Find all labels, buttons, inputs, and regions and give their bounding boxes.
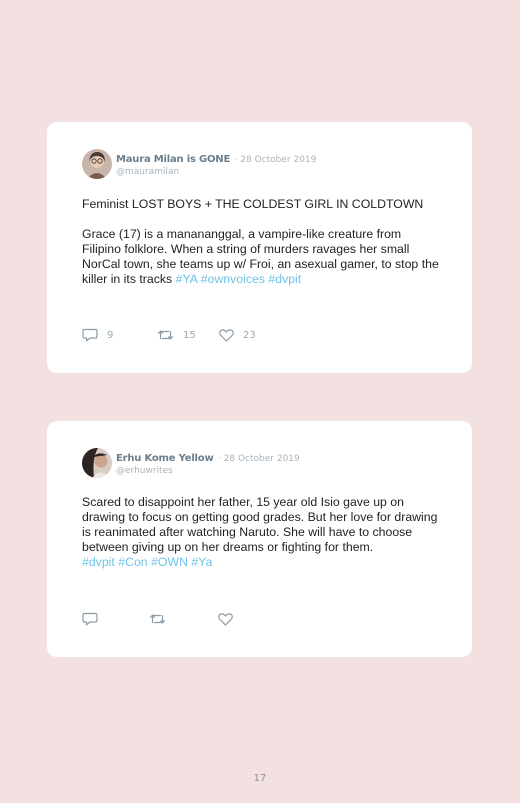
tweet-card: Maura Milan is GONE · 28 October 2019 @m…	[47, 122, 472, 373]
hashtag[interactable]: #ownvoices	[201, 272, 265, 286]
heart-icon	[219, 328, 234, 342]
author-handle[interactable]: @erhuwrites	[116, 465, 300, 477]
retweet-button[interactable]: 15	[157, 328, 219, 342]
tweet-actions: 9 15 23	[82, 328, 256, 342]
hashtag[interactable]: #YA	[176, 272, 198, 286]
author-name[interactable]: Maura Milan is GONE	[116, 154, 230, 165]
page-number: 17	[253, 773, 267, 784]
like-button[interactable]: 23	[219, 328, 256, 342]
speech-bubble-icon	[82, 328, 98, 342]
tweet-text: Scared to disappoint her father, 15 year…	[82, 495, 438, 554]
tweet-body: Feminist LOST BOYS + THE COLDEST GIRL IN…	[82, 197, 442, 287]
tweet-actions	[82, 612, 233, 626]
hashtag[interactable]: #Ya	[191, 555, 212, 569]
like-count: 23	[243, 329, 256, 341]
reply-button[interactable]: 9	[82, 328, 157, 342]
avatar[interactable]	[82, 149, 112, 179]
speech-bubble-icon	[82, 612, 98, 626]
reply-count: 9	[107, 329, 114, 341]
hashtag[interactable]: #dvpit	[268, 272, 301, 286]
tweet-header: Maura Milan is GONE · 28 October 2019 @m…	[82, 149, 316, 179]
heart-icon	[218, 612, 233, 626]
tweet-body: Scared to disappoint her father, 15 year…	[82, 495, 442, 570]
tweet-headline: Feminist LOST BOYS + THE COLDEST GIRL IN…	[82, 197, 424, 211]
hashtag-line: #dvpit #Con #OWN #Ya	[82, 555, 442, 570]
retweet-arrows-icon	[157, 328, 174, 342]
retweet-button[interactable]	[149, 612, 218, 626]
hashtag[interactable]: #dvpit	[82, 555, 115, 569]
author-name[interactable]: Erhu Kome Yellow	[116, 453, 214, 464]
post-date: · 28 October 2019	[217, 454, 300, 464]
retweet-arrows-icon	[149, 612, 166, 626]
hashtag[interactable]: #OWN	[151, 555, 188, 569]
tweet-text: Grace (17) is a manananggal, a vampire-l…	[82, 227, 442, 287]
like-button[interactable]	[218, 612, 233, 626]
author-handle[interactable]: @mauramilan	[116, 166, 316, 178]
hashtag[interactable]: #Con	[118, 555, 147, 569]
retweet-count: 15	[183, 329, 196, 341]
post-date: · 28 October 2019	[234, 155, 317, 165]
tweet-card: Erhu Kome Yellow · 28 October 2019 @erhu…	[47, 421, 472, 657]
reply-button[interactable]	[82, 612, 149, 626]
tweet-header: Erhu Kome Yellow · 28 October 2019 @erhu…	[82, 448, 300, 478]
avatar[interactable]	[82, 448, 112, 478]
